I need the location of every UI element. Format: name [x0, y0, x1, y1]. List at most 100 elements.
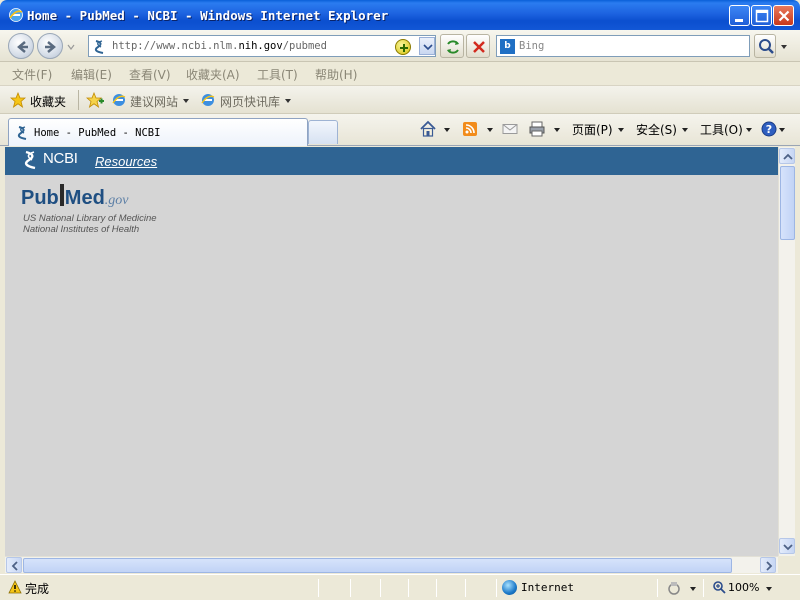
- chevron-right-icon: [766, 561, 773, 571]
- suggested-sites-link[interactable]: 建议网站: [130, 93, 178, 110]
- web-slice-dropdown-icon[interactable]: [285, 99, 291, 103]
- vertical-scrollbar[interactable]: [778, 147, 795, 556]
- plus-icon: [400, 44, 408, 52]
- rss-icon[interactable]: [461, 120, 479, 138]
- favorites-bar: 收藏夹 建议网站 网页快讯库: [0, 86, 800, 114]
- chevron-down-icon: [783, 544, 793, 551]
- chevron-left-icon: [11, 561, 18, 571]
- title-bar[interactable]: Home - PubMed - NCBI - Windows Internet …: [0, 0, 800, 30]
- search-button[interactable]: [754, 34, 776, 58]
- vertical-scroll-thumb[interactable]: [780, 166, 795, 240]
- status-separator: [350, 579, 351, 597]
- status-separator: [496, 579, 497, 597]
- scroll-down-button[interactable]: [779, 538, 795, 554]
- protected-mode-dropdown-icon[interactable]: [690, 587, 696, 591]
- scroll-up-button[interactable]: [779, 148, 795, 164]
- back-icon: [17, 41, 28, 53]
- zoom-level[interactable]: 100%: [728, 581, 759, 594]
- ie-icon: [112, 94, 126, 106]
- status-bar: 完成 Internet 100%: [0, 574, 800, 600]
- status-separator: [318, 579, 319, 597]
- menu-help[interactable]: 帮助(H): [315, 66, 357, 83]
- menu-edit[interactable]: 编辑(E): [71, 66, 112, 83]
- ncbi-logo-text[interactable]: NCBI: [43, 150, 78, 167]
- security-zone-label[interactable]: Internet: [521, 581, 574, 594]
- tab-pubmed[interactable]: Home - PubMed - NCBI: [8, 118, 308, 146]
- menu-tools[interactable]: 工具(T): [257, 66, 298, 83]
- page-content[interactable]: NCBI Resources Pub Med.gov US National Li…: [5, 147, 778, 556]
- safety-dropdown-icon[interactable]: [682, 128, 688, 132]
- close-window-button[interactable]: [773, 5, 794, 26]
- forward-icon: [45, 41, 56, 53]
- refresh-button[interactable]: [440, 34, 464, 58]
- tools-dropdown-icon[interactable]: [746, 128, 752, 132]
- address-toolbar: http://www.ncbi.nlm.nih.gov/pubmed b Bin…: [0, 30, 800, 62]
- close-icon: [778, 10, 790, 22]
- home-icon[interactable]: [419, 120, 437, 138]
- warning-icon: [8, 580, 22, 594]
- status-separator: [408, 579, 409, 597]
- resources-link[interactable]: Resources: [95, 154, 157, 169]
- suggested-sites-dropdown-icon[interactable]: [183, 99, 189, 103]
- rss-dropdown-icon[interactable]: [487, 128, 493, 132]
- status-separator: [436, 579, 437, 597]
- new-tab-button[interactable]: [308, 120, 338, 144]
- chevron-down-icon: [423, 44, 433, 51]
- pubmed-logo-med: Med: [64, 187, 105, 209]
- safety-menu[interactable]: 安全(S): [636, 121, 677, 138]
- favorites-star-icon[interactable]: [10, 92, 26, 108]
- ie-icon: [9, 8, 23, 22]
- menu-favorites[interactable]: 收藏夹(A): [186, 66, 240, 83]
- print-dropdown-icon[interactable]: [554, 128, 560, 132]
- tools-menu[interactable]: 工具(O): [700, 121, 743, 138]
- help-dropdown-icon[interactable]: [779, 128, 785, 132]
- ncbi-header-bar: NCBI Resources: [5, 147, 778, 175]
- back-button[interactable]: [8, 33, 34, 59]
- search-placeholder: Bing: [519, 40, 545, 52]
- nlm-label: US National Library of Medicine: [23, 213, 157, 224]
- search-options-dropdown-icon[interactable]: [777, 34, 791, 58]
- favorites-separator: [78, 90, 79, 110]
- ncbi-logo-icon[interactable]: [21, 150, 41, 170]
- page-menu[interactable]: 页面(P): [572, 121, 613, 138]
- history-dropdown-icon[interactable]: [66, 42, 76, 52]
- home-dropdown-icon[interactable]: [444, 128, 450, 132]
- pubmed-logo-gov: .gov: [104, 193, 129, 208]
- help-icon[interactable]: ?: [760, 120, 778, 138]
- stop-button[interactable]: [466, 34, 490, 58]
- favorites-button[interactable]: 收藏夹: [30, 93, 66, 110]
- ie-icon: [201, 94, 215, 106]
- maximize-button[interactable]: [751, 5, 772, 26]
- minimize-button[interactable]: [729, 5, 750, 26]
- nih-label: National Institutes of Health: [23, 224, 140, 235]
- ncbi-site-icon: [17, 126, 27, 140]
- menu-file[interactable]: 文件(F): [12, 66, 52, 83]
- status-separator: [380, 579, 381, 597]
- menu-bar: 文件(F) 编辑(E) 查看(V) 收藏夹(A) 工具(T) 帮助(H): [0, 62, 800, 86]
- compatibility-add-button[interactable]: [395, 39, 411, 55]
- status-separator: [703, 579, 704, 597]
- search-input[interactable]: b Bing: [496, 35, 750, 57]
- maximize-icon: [755, 9, 769, 23]
- chevron-up-icon: [783, 153, 793, 160]
- search-icon: [759, 39, 774, 54]
- zoom-icon[interactable]: [712, 580, 726, 594]
- mail-icon[interactable]: [501, 120, 519, 138]
- forward-button[interactable]: [37, 33, 63, 59]
- print-icon[interactable]: [528, 120, 546, 138]
- zoom-dropdown-icon[interactable]: [766, 587, 772, 591]
- menu-view[interactable]: 查看(V): [129, 66, 171, 83]
- protected-mode-icon[interactable]: [666, 580, 682, 596]
- horizontal-scroll-thumb[interactable]: [23, 558, 732, 573]
- horizontal-scrollbar[interactable]: [5, 556, 778, 573]
- address-dropdown-button[interactable]: [419, 37, 435, 55]
- pubmed-logo-pub: Pub: [21, 187, 59, 209]
- scroll-left-button[interactable]: [6, 557, 22, 573]
- scroll-right-button[interactable]: [760, 557, 776, 573]
- pubmed-logo[interactable]: Pub Med.gov: [21, 184, 129, 214]
- page-dropdown-icon[interactable]: [618, 128, 624, 132]
- svg-text:?: ?: [766, 123, 772, 136]
- add-favorites-icon[interactable]: [86, 92, 104, 108]
- address-field[interactable]: http://www.ncbi.nlm.nih.gov/pubmed: [88, 35, 436, 57]
- web-slice-gallery-link[interactable]: 网页快讯库: [220, 93, 280, 110]
